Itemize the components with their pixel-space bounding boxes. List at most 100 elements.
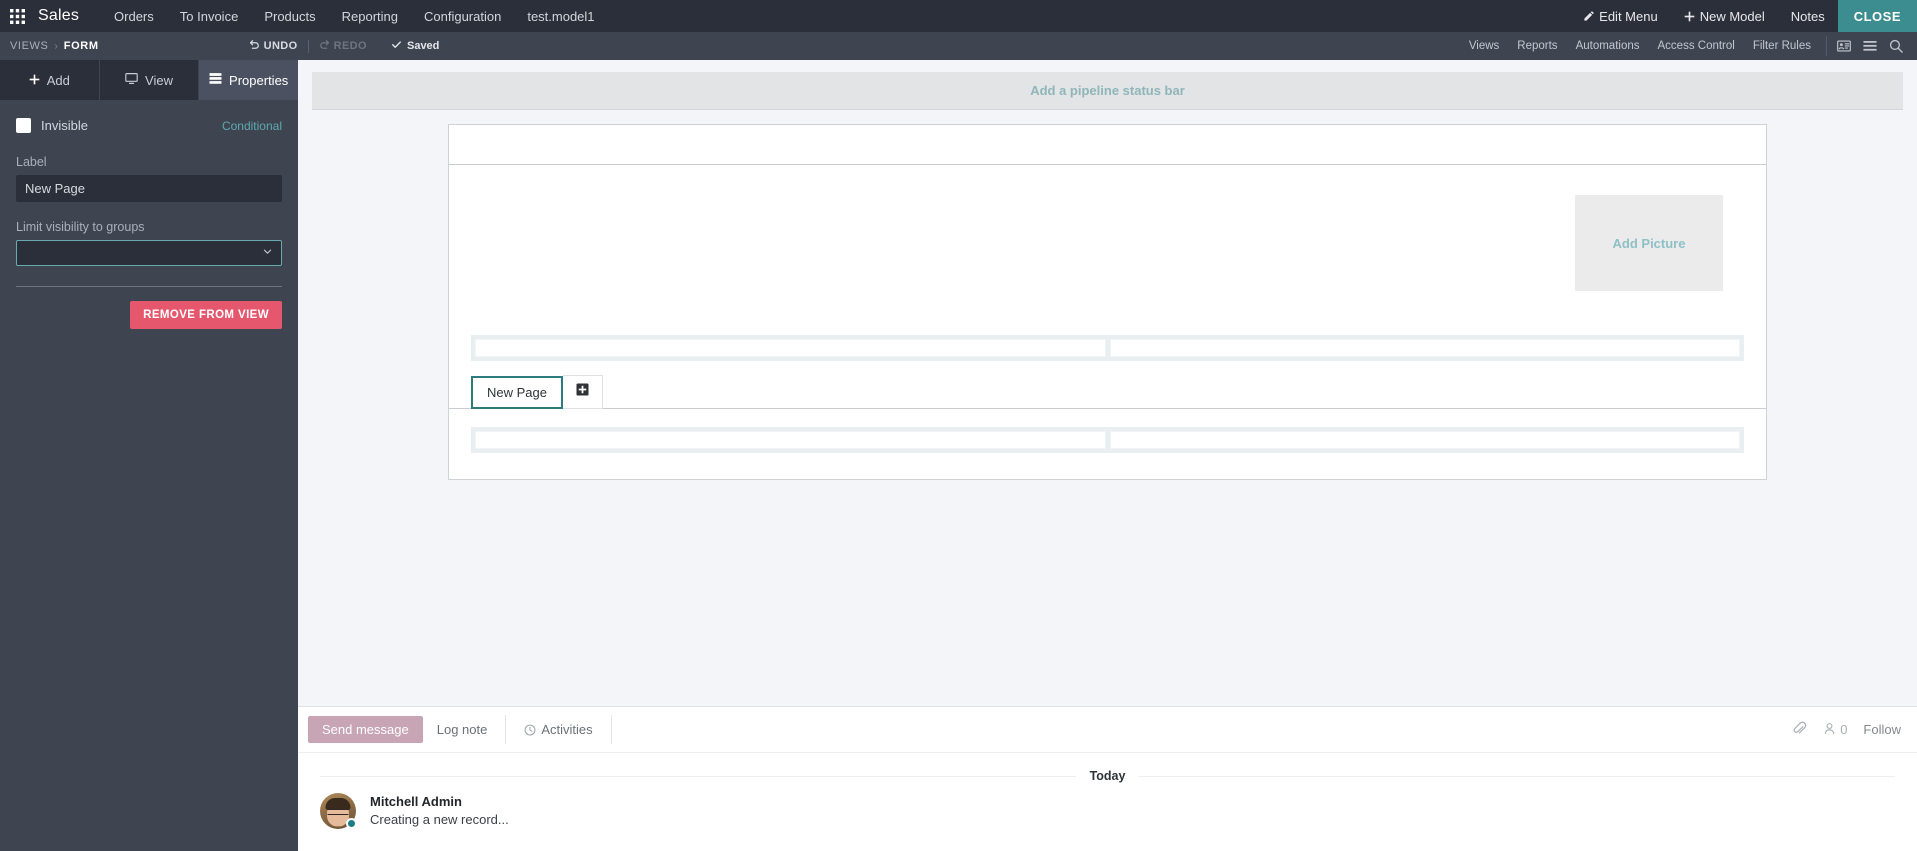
- chatter-message: Mitchell Admin Creating a new record...: [298, 793, 1917, 851]
- close-studio-button[interactable]: CLOSE: [1837, 0, 1917, 32]
- button-box-placeholder[interactable]: [449, 125, 1766, 165]
- sidebar-tab-view[interactable]: View: [99, 60, 200, 100]
- menu-orders[interactable]: Orders: [101, 0, 167, 32]
- plus-icon: [1684, 11, 1695, 22]
- sidebar-tab-add[interactable]: Add: [0, 60, 100, 100]
- log-note-button[interactable]: Log note: [423, 707, 502, 752]
- app-brand-sales[interactable]: Sales: [34, 0, 101, 32]
- sidebar-actions: REMOVE FROM VIEW: [0, 287, 298, 329]
- group-col-left[interactable]: [475, 339, 1106, 357]
- page-group-col-left[interactable]: [475, 431, 1106, 449]
- plus-square-icon: [576, 383, 589, 401]
- invisible-checkbox-wrap[interactable]: Invisible: [16, 118, 88, 133]
- menu-test-model1[interactable]: test.model1: [514, 0, 607, 32]
- activities-button[interactable]: Activities: [510, 707, 606, 752]
- edit-menu-button[interactable]: Edit Menu: [1570, 0, 1671, 32]
- date-separator-row: Today: [298, 753, 1917, 793]
- plus-icon: [29, 73, 40, 88]
- paperclip-icon: [1792, 721, 1807, 739]
- user-icon: [1823, 722, 1836, 738]
- activities-label: Activities: [541, 722, 593, 737]
- send-message-button[interactable]: Send message: [308, 716, 423, 743]
- chatter-divider-1: [505, 715, 507, 744]
- kanban-view-icon[interactable]: [1837, 40, 1851, 52]
- message-body: Mitchell Admin Creating a new record...: [370, 793, 509, 829]
- navbar-right: Edit Menu New Model Notes CLOSE: [1570, 0, 1917, 32]
- chatter-meta: 0 Follow: [1792, 707, 1917, 752]
- list-view-icon[interactable]: [1863, 40, 1877, 52]
- message-text: Creating a new record...: [370, 812, 509, 827]
- undo-arrow-icon: [249, 39, 260, 53]
- notes-button[interactable]: Notes: [1778, 0, 1838, 32]
- conditional-link[interactable]: Conditional: [222, 119, 282, 133]
- page-group-col-right[interactable]: [1109, 431, 1740, 449]
- breadcrumb-form: FORM: [63, 40, 99, 52]
- pipeline-status-bar-placeholder[interactable]: Add a pipeline status bar: [312, 72, 1903, 110]
- redo-button[interactable]: REDO: [319, 39, 367, 53]
- group-row-page: [471, 427, 1744, 453]
- check-icon: [391, 39, 402, 53]
- form-sheet: Add Picture New Page: [448, 124, 1767, 480]
- sidebar-tab-properties[interactable]: Properties: [199, 60, 299, 100]
- toolbar-access-control[interactable]: Access Control: [1649, 40, 1744, 52]
- studio-toolbar: VIEWS › FORM UNDO REDO Saved Views Repor…: [0, 32, 1917, 60]
- groups-field-caption: Limit visibility to groups: [16, 220, 145, 234]
- toolbar-views[interactable]: Views: [1460, 40, 1508, 52]
- sidebar-tabs: Add View Properties: [0, 60, 299, 100]
- sheet-title-area: [449, 165, 1766, 335]
- sidebar-tab-view-label: View: [145, 72, 173, 88]
- groups-select[interactable]: [16, 240, 282, 266]
- toolbar-automations[interactable]: Automations: [1567, 40, 1649, 52]
- menu-to-invoice[interactable]: To Invoice: [167, 0, 252, 32]
- toolbar-right-divider: [1826, 36, 1827, 56]
- presence-indicator-icon: [346, 818, 357, 829]
- group-col-right[interactable]: [1109, 339, 1740, 357]
- sidebar-tab-properties-label: Properties: [229, 72, 289, 88]
- new-model-button[interactable]: New Model: [1671, 0, 1778, 32]
- form-sheet-area: Add Picture New Page: [298, 110, 1917, 706]
- date-separator-label: Today: [1089, 769, 1126, 783]
- menu-configuration[interactable]: Configuration: [411, 0, 514, 32]
- search-icon[interactable]: [1889, 39, 1903, 53]
- add-notebook-page-button[interactable]: [562, 375, 603, 409]
- studio-toolbar-right: Views Reports Automations Access Control…: [1460, 32, 1917, 60]
- followers-count: 0: [1840, 722, 1848, 737]
- notebook-tab-new-page[interactable]: New Page: [471, 376, 563, 409]
- sidebar-properties-panel: Invisible Conditional Label Limit visibi…: [0, 100, 298, 266]
- apps-grid-icon[interactable]: [0, 0, 34, 32]
- edit-menu-label: Edit Menu: [1599, 8, 1658, 24]
- toolbar-filter-rules[interactable]: Filter Rules: [1744, 40, 1820, 52]
- menu-reporting[interactable]: Reporting: [329, 0, 411, 32]
- toolbar-reports[interactable]: Reports: [1508, 40, 1566, 52]
- remove-from-view-button[interactable]: REMOVE FROM VIEW: [130, 301, 282, 329]
- saved-label: Saved: [406, 40, 440, 52]
- chatter-divider-2: [610, 715, 612, 744]
- pencil-icon: [1583, 10, 1594, 22]
- date-separator-line-left: [320, 775, 1076, 777]
- clock-icon: [524, 724, 536, 736]
- breadcrumb-views[interactable]: VIEWS: [10, 40, 48, 52]
- label-input[interactable]: [16, 175, 282, 202]
- notebook-page-body: [449, 409, 1766, 479]
- message-author: Mitchell Admin: [370, 794, 462, 809]
- breadcrumb-separator: ›: [54, 40, 58, 52]
- invisible-checkbox[interactable]: [16, 118, 31, 133]
- redo-label: REDO: [333, 40, 367, 52]
- undo-redo-group: UNDO REDO Saved: [249, 39, 440, 53]
- properties-list-icon: [209, 72, 222, 88]
- followers-counter[interactable]: 0: [1823, 722, 1847, 738]
- new-model-label: New Model: [1699, 8, 1765, 24]
- follow-button[interactable]: Follow: [1863, 722, 1901, 737]
- top-navbar: Sales Orders To Invoice Products Reporti…: [0, 0, 1917, 32]
- chatter: Send message Log note Activities 0 Follo…: [298, 706, 1917, 851]
- add-picture-placeholder[interactable]: Add Picture: [1575, 195, 1723, 291]
- studio-sidebar: Add View Properties Invisible Conditiona…: [0, 60, 299, 851]
- navbar-left: Sales Orders To Invoice Products Reporti…: [0, 0, 608, 32]
- notebook-tabs: New Page: [471, 375, 1744, 409]
- menu-products[interactable]: Products: [251, 0, 328, 32]
- undo-button[interactable]: UNDO: [249, 39, 298, 53]
- date-separator-line-right: [1139, 775, 1896, 777]
- attachment-counter[interactable]: [1792, 721, 1807, 739]
- monitor-icon: [125, 72, 138, 88]
- avatar-wrap: [320, 793, 357, 829]
